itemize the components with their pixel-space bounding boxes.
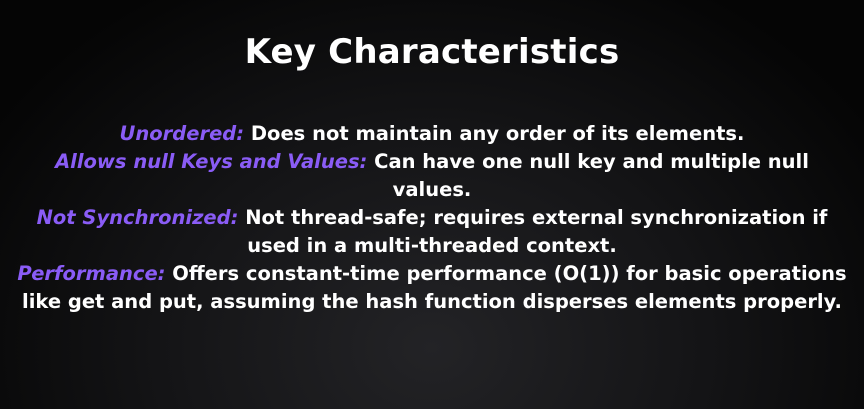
slide-title: Key Characteristics [244, 32, 620, 72]
characteristic-term: Performance: [17, 262, 166, 285]
characteristic-term: Not Synchronized: [36, 206, 239, 229]
characteristic-description: Not thread-safe; requires external synch… [245, 206, 828, 257]
characteristic-item-performance: Performance: Offers constant-time perfor… [14, 260, 850, 316]
characteristic-term: Unordered: [119, 122, 245, 145]
characteristic-item-not-synchronized: Not Synchronized: Not thread-safe; requi… [14, 204, 850, 260]
characteristic-item-null-keys: Allows null Keys and Values: Can have on… [14, 148, 850, 204]
characteristic-item-unordered: Unordered: Does not maintain any order o… [14, 120, 850, 148]
characteristic-description: Can have one null key and multiple null … [374, 150, 809, 201]
characteristic-term: Allows null Keys and Values: [55, 150, 368, 173]
characteristics-list: Unordered: Does not maintain any order o… [14, 120, 850, 316]
slide: Key Characteristics Unordered: Does not … [0, 0, 864, 409]
characteristic-description: Does not maintain any order of its eleme… [250, 122, 745, 145]
